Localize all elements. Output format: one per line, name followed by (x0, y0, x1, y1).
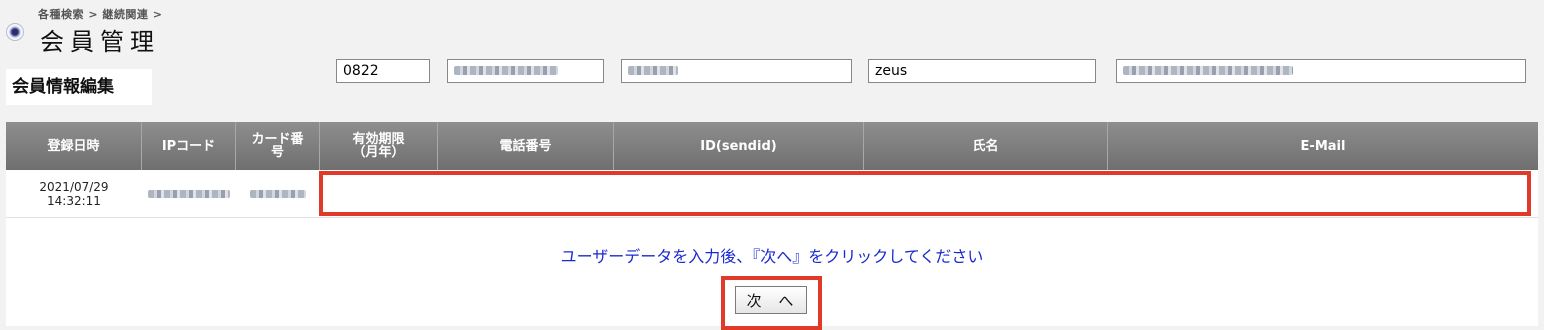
table-row: 2021/07/29 14:32:11 (6, 170, 1538, 218)
header-expiry: 有効期限 （月年） (320, 122, 438, 170)
sendid-input[interactable] (621, 59, 852, 83)
redacted-blur (250, 190, 306, 198)
redacted-blur (454, 66, 558, 75)
header-name: 氏名 (864, 122, 1108, 170)
redacted-blur (1123, 66, 1293, 75)
cell-card-number-redacted (236, 170, 320, 218)
name-input[interactable]: zeus (868, 59, 1096, 83)
redacted-blur (148, 190, 230, 198)
header-card-number: カード番 号 (236, 122, 320, 170)
page-title: 会員管理 (40, 28, 160, 56)
table-header: 登録日時 IPコード カード番 号 有効期限 （月年） 電話番号 ID(send… (6, 122, 1538, 170)
header-registered-at: 登録日時 (6, 122, 142, 170)
cell-registered-at: 2021/07/29 14:32:11 (39, 180, 109, 208)
breadcrumb: 各種検索 > 継続関連 > (38, 8, 163, 21)
header-email: E-Mail (1300, 138, 1346, 154)
redacted-blur (628, 66, 678, 75)
page-header: 各種検索 > 継続関連 > 会員管理 (0, 0, 1544, 62)
header-sendid: ID(sendid) (614, 122, 864, 170)
email-input[interactable] (1116, 59, 1526, 83)
title-bullet-icon (6, 23, 24, 41)
next-button[interactable]: 次 へ (735, 286, 807, 314)
section-title: 会員情報編集 (6, 69, 152, 105)
instruction-text: ユーザーデータを入力後、『次へ』をクリックしてください (560, 247, 984, 266)
cell-ip-code-redacted (142, 170, 236, 218)
phone-input[interactable] (447, 59, 604, 83)
expiry-input[interactable]: 0822 (336, 59, 430, 83)
header-phone: 電話番号 (438, 122, 614, 170)
header-ip-code: IPコード (142, 122, 236, 170)
